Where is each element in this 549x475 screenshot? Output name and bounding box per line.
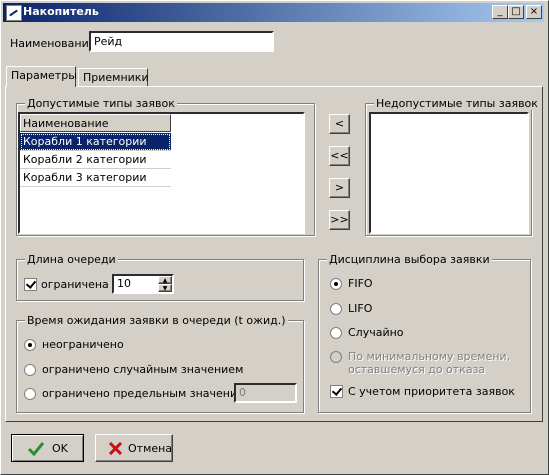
queue-length-title: Длина очереди (25, 253, 118, 266)
disallowed-types-title: Недопустимые типы заявок (374, 97, 540, 110)
tab-parameters[interactable]: Параметры (6, 66, 77, 87)
priority-label: С учетом приоритета заявок (348, 385, 515, 398)
queue-limited-label: ограничена (41, 278, 109, 291)
min-time-label: По минимальному времени, оставшемуся до … (348, 350, 511, 376)
cross-icon (109, 442, 122, 455)
wait-limit-radio[interactable] (24, 388, 36, 400)
queue-length-spinner[interactable]: 10 ▲ ▼ (112, 274, 174, 294)
allowed-types-title: Допустимые типы заявок (25, 97, 177, 110)
priority-checkbox[interactable] (330, 385, 343, 398)
list-item[interactable]: Корабли 2 категории (20, 151, 171, 169)
wait-limit-label: ограничено предельным значением (42, 387, 253, 400)
move-all-left-button[interactable]: << (329, 146, 350, 166)
min-time-radio[interactable] (330, 351, 342, 363)
wait-limit-value: 0 (239, 386, 246, 399)
wait-random-radio[interactable] (24, 364, 36, 376)
column-header-name[interactable]: Наименование (20, 114, 171, 132)
cancel-label: Отмена (128, 442, 173, 455)
wait-unlimited-label: неограничено (42, 338, 124, 351)
wait-unlimited-radio[interactable] (24, 339, 36, 351)
minimize-button[interactable]: _ (492, 5, 508, 19)
fifo-radio[interactable] (330, 278, 342, 290)
name-input[interactable]: Рейд (89, 31, 274, 52)
discipline-title: Дисциплина выбора заявки (327, 253, 492, 266)
fifo-label: FIFO (348, 277, 373, 290)
window-title: Накопитель (23, 5, 99, 18)
ok-button[interactable]: OK (11, 434, 84, 462)
tab-receivers-label: Приемники (83, 71, 149, 84)
move-right-button[interactable]: > (329, 178, 350, 198)
close-button[interactable]: × (526, 5, 542, 19)
tab-receivers[interactable]: Приемники (78, 68, 149, 86)
wait-limit-input[interactable]: 0 (234, 383, 297, 403)
move-left-button[interactable]: < (329, 114, 350, 134)
app-icon (6, 5, 22, 21)
lifo-radio[interactable] (330, 303, 342, 315)
queue-length-value: 10 (117, 277, 131, 290)
list-item[interactable]: Корабли 1 категории (20, 133, 171, 151)
wait-random-label: ограничено случайным значением (42, 363, 244, 376)
move-all-right-button[interactable]: >> (329, 210, 350, 230)
spin-down-icon[interactable]: ▼ (158, 284, 172, 292)
title-bar[interactable]: Накопитель _ □ × (3, 3, 544, 22)
spin-up-icon[interactable]: ▲ (158, 276, 172, 284)
name-label: Наименование (10, 37, 96, 50)
lifo-label: LIFO (348, 302, 373, 315)
random-radio[interactable] (330, 327, 342, 339)
name-input-value: Рейд (94, 35, 123, 48)
allowed-types-list[interactable]: Наименование Корабли 1 категории Корабли… (18, 112, 305, 234)
queue-limited-checkbox[interactable] (24, 278, 37, 291)
ok-label: OK (52, 442, 68, 455)
check-icon (28, 442, 44, 456)
disallowed-types-list[interactable] (369, 112, 529, 234)
random-label: Случайно (348, 326, 404, 339)
tab-parameters-label: Параметры (11, 69, 77, 82)
maximize-button[interactable]: □ (508, 5, 524, 19)
cancel-button[interactable]: Отмена (95, 434, 173, 462)
list-item[interactable]: Корабли 3 категории (20, 169, 171, 187)
wait-time-title: Время ожидания заявки в очереди (t ожид.… (25, 314, 288, 327)
